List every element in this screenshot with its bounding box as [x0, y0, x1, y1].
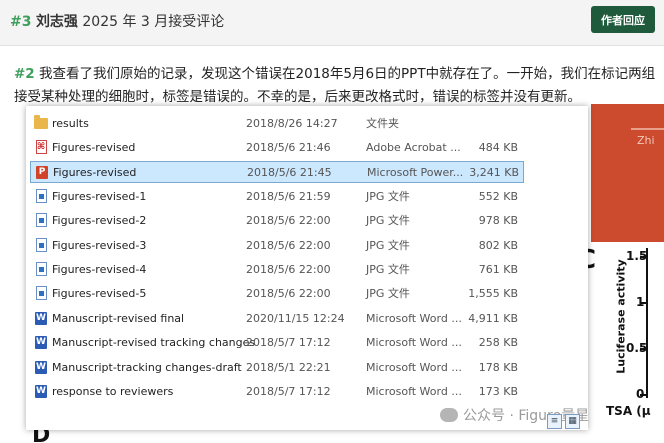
file-type: JPG 文件: [366, 287, 410, 300]
pdf-icon: ⌘: [35, 140, 47, 154]
file-name: results: [52, 116, 89, 130]
chart-y-axis: [646, 248, 648, 398]
view-mode-toggle[interactable]: ≡ ▦: [547, 414, 583, 430]
file-type: JPG 文件: [366, 214, 410, 227]
file-date: 2020/11/15 12:24: [246, 311, 345, 325]
file-type: JPG 文件: [366, 190, 410, 203]
background-figure-image: Zhi: [591, 104, 664, 157]
jpg-icon: [34, 238, 48, 252]
file-name: Figures-revised-5: [52, 286, 147, 300]
review-title: #3 刘志强 2025 年 3 月接受评论: [10, 11, 224, 31]
word-icon: W: [35, 311, 47, 325]
file-size: 484 KB: [478, 140, 518, 154]
word-icon: W: [35, 360, 47, 374]
file-row[interactable]: results 2018/8/26 14:27 文件夹: [30, 112, 524, 134]
file-row[interactable]: ⌘ Figures-revised 2018/5/6 21:46 Adobe Acro…: [30, 136, 524, 158]
file-row[interactable]: Figures-revised-1 2018/5/6 21:59 JPG 文件 552…: [30, 185, 524, 207]
file-date: 2018/5/6 22:00: [246, 262, 331, 276]
file-name: Manuscript-revised tracking changes: [52, 335, 256, 349]
file-size: 173 KB: [478, 384, 518, 398]
file-date: 2018/5/6 22:00: [246, 238, 331, 252]
folder-icon: [34, 114, 48, 130]
file-name: Figures-revised-3: [52, 238, 147, 252]
ppt-icon: P: [35, 165, 49, 179]
file-date: 2018/5/6 21:45: [247, 165, 332, 179]
figure-line: [631, 128, 664, 130]
file-size: 258 KB: [478, 335, 518, 349]
word-icon: W: [35, 384, 47, 398]
file-explorer-panel: results 2018/8/26 14:27 文件夹 ⌘ Figures-revise…: [26, 106, 588, 430]
file-type: Adobe Acrobat ...: [366, 140, 461, 154]
file-name: Figures-revised-1: [52, 189, 147, 203]
review-date: 2025 年 3 月接受评论: [77, 14, 225, 30]
file-date: 2018/5/6 21:59: [246, 189, 331, 203]
file-row[interactable]: Figures-revised-2 2018/5/6 22:00 JPG 文件 978…: [30, 209, 524, 231]
file-row[interactable]: P Figures-revised 2018/5/6 21:45 Microsoft …: [30, 161, 524, 183]
file-row[interactable]: Wresponse to reviewers 2018/5/7 17:12 Micr…: [30, 380, 524, 402]
file-size: 4,911 KB: [468, 311, 518, 325]
jpg-icon: [34, 213, 48, 227]
review-header: #3 刘志强 2025 年 3 月接受评论 作者回应: [0, 0, 664, 46]
review-number: #3: [10, 14, 32, 30]
file-row[interactable]: Figures-revised-4 2018/5/6 22:00 JPG 文件 761…: [30, 258, 524, 280]
comment-text: 我查看了我们原始的记录，发现这个错误在2018年5月6日的PPT中就存在了。一开…: [14, 66, 656, 105]
jpg-icon: [34, 286, 48, 300]
file-name: Figures-revised-4: [52, 262, 147, 276]
file-name: response to reviewers: [52, 384, 174, 398]
file-type: Microsoft Word ...: [366, 360, 462, 374]
file-name: Figures-revised-2: [52, 213, 147, 227]
file-date: 2018/5/1 22:21: [246, 360, 331, 374]
y-tick-label: 1.5: [626, 249, 648, 263]
figure-text: Zhi: [637, 134, 655, 147]
y-tick-label: 0: [636, 387, 645, 401]
file-row[interactable]: Figures-revised-5 2018/5/6 22:00 JPG 文件 1,5…: [30, 282, 524, 304]
file-size: 802 KB: [478, 238, 518, 252]
file-size: 761 KB: [478, 262, 518, 276]
file-size: 978 KB: [478, 213, 518, 227]
y-tick-label: 0.5: [626, 341, 648, 355]
file-date: 2018/5/6 22:00: [246, 286, 331, 300]
file-row[interactable]: Figures-revised-3 2018/5/6 22:00 JPG 文件 802…: [30, 234, 524, 256]
file-type: Microsoft Word ...: [366, 384, 462, 398]
file-type: JPG 文件: [366, 263, 410, 276]
author-response-button[interactable]: 作者回应: [591, 6, 655, 33]
file-date: 2018/8/26 14:27: [246, 116, 338, 130]
chart-y-label: Luciferase activity: [614, 259, 628, 374]
file-name: Figures-revised: [52, 140, 136, 154]
file-name: Manuscript-tracking changes-draft: [52, 360, 242, 374]
file-type: 文件夹: [366, 117, 399, 130]
file-row[interactable]: W Manuscript-revised tracking changes 2018…: [30, 331, 524, 353]
jpg-icon: [34, 189, 48, 203]
file-type: Microsoft Word ...: [366, 311, 462, 325]
comment-paragraph: #2 我查看了我们原始的记录，发现这个错误在2018年5月6日的PPT中就存在了…: [14, 63, 656, 109]
file-date: 2018/5/6 21:46: [246, 140, 331, 154]
file-type: Microsoft Power...: [367, 165, 464, 179]
file-row[interactable]: W Manuscript-tracking changes-draft 2018/5…: [30, 356, 524, 378]
comment-number: #2: [14, 66, 35, 82]
file-size: 552 KB: [478, 189, 518, 203]
file-size: 3,241 KB: [469, 165, 519, 179]
word-icon: W: [35, 335, 47, 349]
jpg-icon: [34, 262, 48, 276]
details-view-icon[interactable]: ≡: [547, 414, 562, 429]
file-type: JPG 文件: [366, 239, 410, 252]
large-icons-view-icon[interactable]: ▦: [565, 414, 580, 429]
file-size: 1,555 KB: [468, 286, 518, 300]
file-name: Manuscript-revised final: [52, 311, 185, 325]
file-name: Figures-revised: [53, 165, 137, 179]
file-size: 178 KB: [478, 360, 518, 374]
y-tick-label: 1: [636, 295, 645, 309]
file-date: 2018/5/7 17:12: [246, 384, 331, 398]
file-type: Microsoft Word ...: [366, 335, 462, 349]
file-date: 2018/5/6 22:00: [246, 213, 331, 227]
wechat-icon: [440, 408, 458, 422]
file-date: 2018/5/7 17:12: [246, 335, 331, 349]
background-figure-image-lower: [591, 157, 664, 242]
chart-x-label: TSA (μ: [606, 404, 651, 418]
file-row[interactable]: W Manuscript-revised final 2020/11/15 12:2…: [30, 307, 524, 329]
author-name[interactable]: 刘志强: [36, 14, 78, 30]
